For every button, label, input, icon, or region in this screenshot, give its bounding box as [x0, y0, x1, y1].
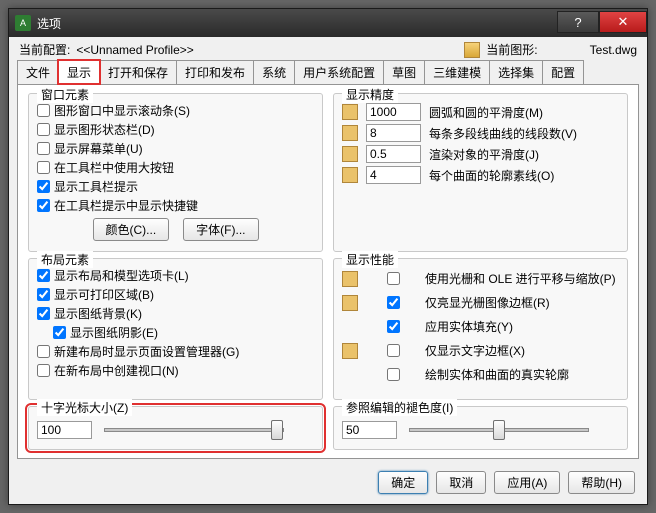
group-resolution: 显示精度 圆弧和圆的平滑度(M) 每条多段线曲线的线段数(V) 渲染对象的平滑度… — [333, 93, 628, 252]
group-crosshair: 十字光标大小(Z) — [28, 406, 323, 450]
perf-icon — [342, 271, 358, 287]
app-icon: A — [15, 15, 31, 31]
fade-input[interactable] — [342, 421, 397, 439]
chk-paper-shadow[interactable] — [53, 326, 66, 339]
tab-user[interactable]: 用户系统配置 — [294, 60, 384, 84]
chk-raster-pan[interactable] — [366, 272, 421, 285]
help-button[interactable]: ? — [557, 11, 599, 33]
chk-bigbuttons[interactable] — [37, 161, 50, 174]
res-icon — [342, 167, 358, 183]
chk-paper-bg[interactable] — [37, 307, 50, 320]
perf-icon — [342, 295, 358, 311]
group-performance: 显示性能 使用光栅和 OLE 进行平移与缩放(P) 仅亮显光栅图像边框(R) 应… — [333, 258, 628, 399]
tab-open-save[interactable]: 打开和保存 — [99, 60, 177, 84]
close-button[interactable]: ✕ — [599, 11, 647, 33]
window-title: 选项 — [37, 15, 61, 32]
group-fade: 参照编辑的褪色度(I) — [333, 406, 628, 450]
chk-create-viewport[interactable] — [37, 364, 50, 377]
profile-label: 当前配置: — [19, 41, 70, 58]
titlebar: A 选项 ? ✕ — [9, 9, 647, 37]
chk-layout-tabs[interactable] — [37, 269, 50, 282]
fonts-button[interactable]: 字体(F)... — [183, 218, 258, 241]
cancel-button[interactable]: 取消 — [436, 471, 486, 494]
group-window-elements: 窗口元素 图形窗口中显示滚动条(S) 显示图形状态栏(D) 显示屏幕菜单(U) … — [28, 93, 323, 252]
profile-row: 当前配置: <<Unnamed Profile>> 当前图形: Test.dwg — [9, 37, 647, 60]
colors-button[interactable]: 颜色(C)... — [93, 218, 170, 241]
group-title: 窗口元素 — [37, 86, 93, 103]
tab-3d[interactable]: 三维建模 — [424, 60, 490, 84]
chk-true-silhouette[interactable] — [366, 368, 421, 381]
tab-print[interactable]: 打印和发布 — [176, 60, 254, 84]
polyline-segments[interactable] — [366, 124, 421, 142]
chk-tooltips[interactable] — [37, 180, 50, 193]
ok-button[interactable]: 确定 — [378, 471, 428, 494]
crosshair-size-slider[interactable] — [104, 428, 284, 432]
tab-system[interactable]: 系统 — [253, 60, 295, 84]
fade-slider[interactable] — [409, 428, 589, 432]
profile-value: <<Unnamed Profile>> — [76, 43, 193, 57]
tab-profile[interactable]: 配置 — [542, 60, 584, 84]
surface-contours[interactable] — [366, 166, 421, 184]
help-button-footer[interactable]: 帮助(H) — [568, 471, 635, 494]
perf-icon — [342, 343, 358, 359]
chk-printable-area[interactable] — [37, 288, 50, 301]
tab-file[interactable]: 文件 — [17, 60, 59, 84]
crosshair-size-input[interactable] — [37, 421, 92, 439]
chk-screenmenu[interactable] — [37, 142, 50, 155]
chk-statusbar[interactable] — [37, 123, 50, 136]
footer: 确定 取消 应用(A) 帮助(H) — [9, 465, 647, 504]
drawing-value: Test.dwg — [590, 43, 637, 57]
apply-button[interactable]: 应用(A) — [494, 471, 560, 494]
options-dialog: A 选项 ? ✕ 当前配置: <<Unnamed Profile>> 当前图形:… — [8, 8, 648, 505]
res-icon — [342, 146, 358, 162]
tabstrip: 文件 显示 打开和保存 打印和发布 系统 用户系统配置 草图 三维建模 选择集 … — [17, 60, 639, 85]
chk-solid-fill[interactable] — [366, 320, 421, 333]
res-icon — [342, 104, 358, 120]
arc-smoothness[interactable] — [366, 103, 421, 121]
drawing-icon — [464, 42, 480, 58]
drawing-label: 当前图形: — [486, 41, 537, 58]
chk-text-frame[interactable] — [366, 344, 421, 357]
chk-shortcut-tips[interactable] — [37, 199, 50, 212]
tab-select[interactable]: 选择集 — [489, 60, 543, 84]
chk-raster-frame[interactable] — [366, 296, 421, 309]
render-smoothness[interactable] — [366, 145, 421, 163]
res-icon — [342, 125, 358, 141]
group-layout-elements: 布局元素 显示布局和模型选项卡(L) 显示可打印区域(B) 显示图纸背景(K) … — [28, 258, 323, 399]
tab-display[interactable]: 显示 — [58, 60, 100, 84]
tab-draft[interactable]: 草图 — [383, 60, 425, 84]
chk-scrollbar[interactable] — [37, 104, 50, 117]
chk-page-setup[interactable] — [37, 345, 50, 358]
